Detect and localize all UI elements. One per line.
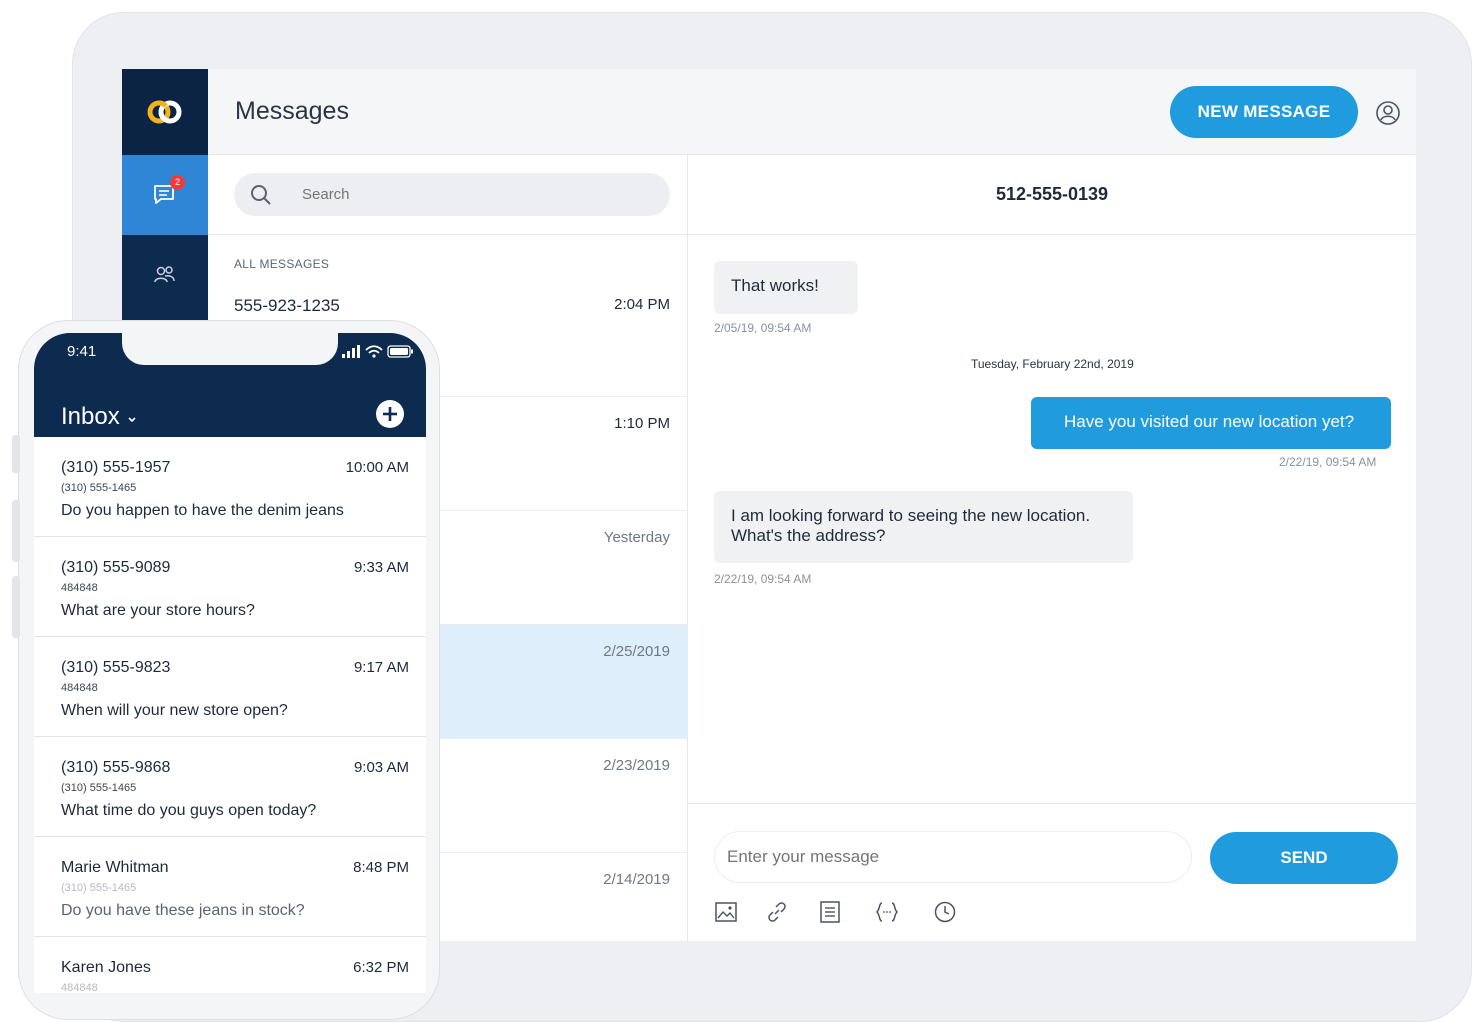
incoming-message: That works! — [714, 261, 858, 314]
signal-icon — [342, 345, 360, 358]
message-timestamp: 2/05/19, 09:54 AM — [714, 321, 812, 335]
message-time: 9:17 AM — [353, 659, 409, 676]
inbox-item[interactable]: (310) 555-9868 9:03 AM (310) 555-1465 Wh… — [34, 737, 426, 837]
incoming-message: I am looking forward to seeing the new l… — [714, 491, 1133, 563]
message-time: 2:04 PM — [614, 296, 670, 313]
message-time: 10:00 AM — [345, 459, 409, 476]
inbox-title: Inbox — [61, 403, 120, 430]
message-preview: What are your store hours? — [61, 602, 255, 619]
phone-screen: 9:41 Inbox (310) 555-1957 10:00 AM (310)… — [34, 333, 426, 993]
message-preview: Do you happen to have the denim jeans — [61, 502, 344, 519]
message-preview: What time do you guys open today? — [61, 802, 317, 819]
schedule-icon[interactable] — [932, 899, 958, 925]
inbox-item[interactable]: Karen Jones 6:32 PM 484848 — [34, 937, 426, 993]
message-time: 9:33 AM — [353, 559, 409, 576]
template-icon[interactable] — [817, 899, 843, 925]
contact-subline: (310) 555-1465 — [61, 482, 137, 494]
contact-name: Karen Jones — [61, 959, 151, 976]
conversation-panel: 512-555-0139 That works! 2/05/19, 09:54 … — [688, 155, 1416, 941]
inbox-item[interactable]: Marie Whitman 8:48 PM (310) 555-1465 Do … — [34, 837, 426, 937]
profile-icon[interactable] — [1375, 100, 1401, 126]
phone-notch — [122, 333, 338, 365]
image-icon[interactable] — [713, 899, 739, 925]
variable-icon[interactable] — [874, 899, 900, 925]
contact-name: (310) 555-9868 — [61, 759, 171, 776]
status-time: 9:41 — [67, 343, 97, 360]
contact-subline: (310) 555-1465 — [61, 782, 137, 794]
logo[interactable] — [122, 69, 208, 155]
message-input[interactable] — [714, 831, 1192, 883]
divider — [688, 803, 1416, 804]
battery-icon — [387, 345, 413, 358]
search-bar[interactable] — [234, 173, 670, 216]
message-time: 2/23/2019 — [603, 757, 670, 774]
conversation-contact: 512-555-0139 — [688, 155, 1416, 235]
message-preview: When will your new store open? — [61, 702, 288, 719]
contact-name: (310) 555-9823 — [61, 659, 171, 676]
inbox-item[interactable]: (310) 555-9823 9:17 AM 484848 When will … — [34, 637, 426, 737]
search-icon — [251, 185, 271, 205]
inbox-item[interactable]: (310) 555-1957 10:00 AM (310) 555-1465 D… — [34, 437, 426, 537]
new-message-button[interactable]: NEW MESSAGE — [1170, 86, 1358, 138]
unread-badge: 2 — [170, 175, 185, 190]
message-preview: Do you have these jeans in stock? — [61, 902, 305, 919]
inbox-dropdown[interactable]: Inbox — [61, 403, 138, 431]
contact-subline: 484848 — [61, 682, 98, 694]
search-input[interactable] — [302, 173, 642, 216]
send-button[interactable]: SEND — [1210, 832, 1398, 884]
message-time: 6:32 PM — [353, 959, 409, 976]
phone-side-button — [12, 500, 20, 562]
inbox-item[interactable]: (310) 555-9089 9:33 AM 484848 What are y… — [34, 537, 426, 637]
section-label: ALL MESSAGES — [234, 257, 330, 271]
sidebar-item-messages[interactable]: 2 — [122, 155, 208, 235]
message-timestamp: 2/22/19, 09:54 AM — [714, 572, 812, 586]
message-time: 9:03 AM — [353, 759, 409, 776]
divider — [208, 234, 688, 235]
contact-subline: 484848 — [61, 582, 98, 594]
outgoing-message: Have you visited our new location yet? — [1031, 397, 1391, 449]
contact-subline: (310) 555-1465 — [61, 882, 137, 894]
message-time: 1:10 PM — [614, 415, 670, 432]
message-time: 2/14/2019 — [603, 871, 670, 888]
contact-name: 555-923-1235 — [234, 296, 340, 315]
message-time: 2/25/2019 — [603, 643, 670, 660]
message-time: 8:48 PM — [353, 859, 409, 876]
phone-side-button — [12, 435, 20, 473]
top-header: Messages NEW MESSAGE — [208, 69, 1416, 155]
page-title: Messages — [235, 97, 349, 125]
add-icon[interactable] — [375, 399, 405, 429]
contacts-icon — [154, 266, 175, 283]
message-text: I am looking forward to seeing the new l… — [731, 506, 1091, 525]
contact-name: Marie Whitman — [61, 859, 169, 876]
status-icons — [342, 345, 413, 358]
chevron-down-icon — [128, 417, 136, 423]
contact-name: (310) 555-9089 — [61, 559, 171, 576]
link-icon[interactable] — [764, 899, 790, 925]
date-separator: Tuesday, February 22nd, 2019 — [971, 357, 1134, 371]
wifi-icon — [365, 345, 383, 358]
logo-icon — [147, 100, 182, 124]
phone-side-button — [12, 576, 20, 638]
message-text: What's the address? — [731, 526, 886, 545]
phone-header: 9:41 Inbox — [34, 333, 426, 437]
message-time: Yesterday — [603, 529, 670, 546]
contact-subline: 484848 — [61, 982, 98, 993]
contact-name: (310) 555-1957 — [61, 459, 171, 476]
sidebar-item-contacts[interactable] — [122, 235, 208, 315]
message-timestamp: 2/22/19, 09:54 AM — [1279, 455, 1377, 469]
